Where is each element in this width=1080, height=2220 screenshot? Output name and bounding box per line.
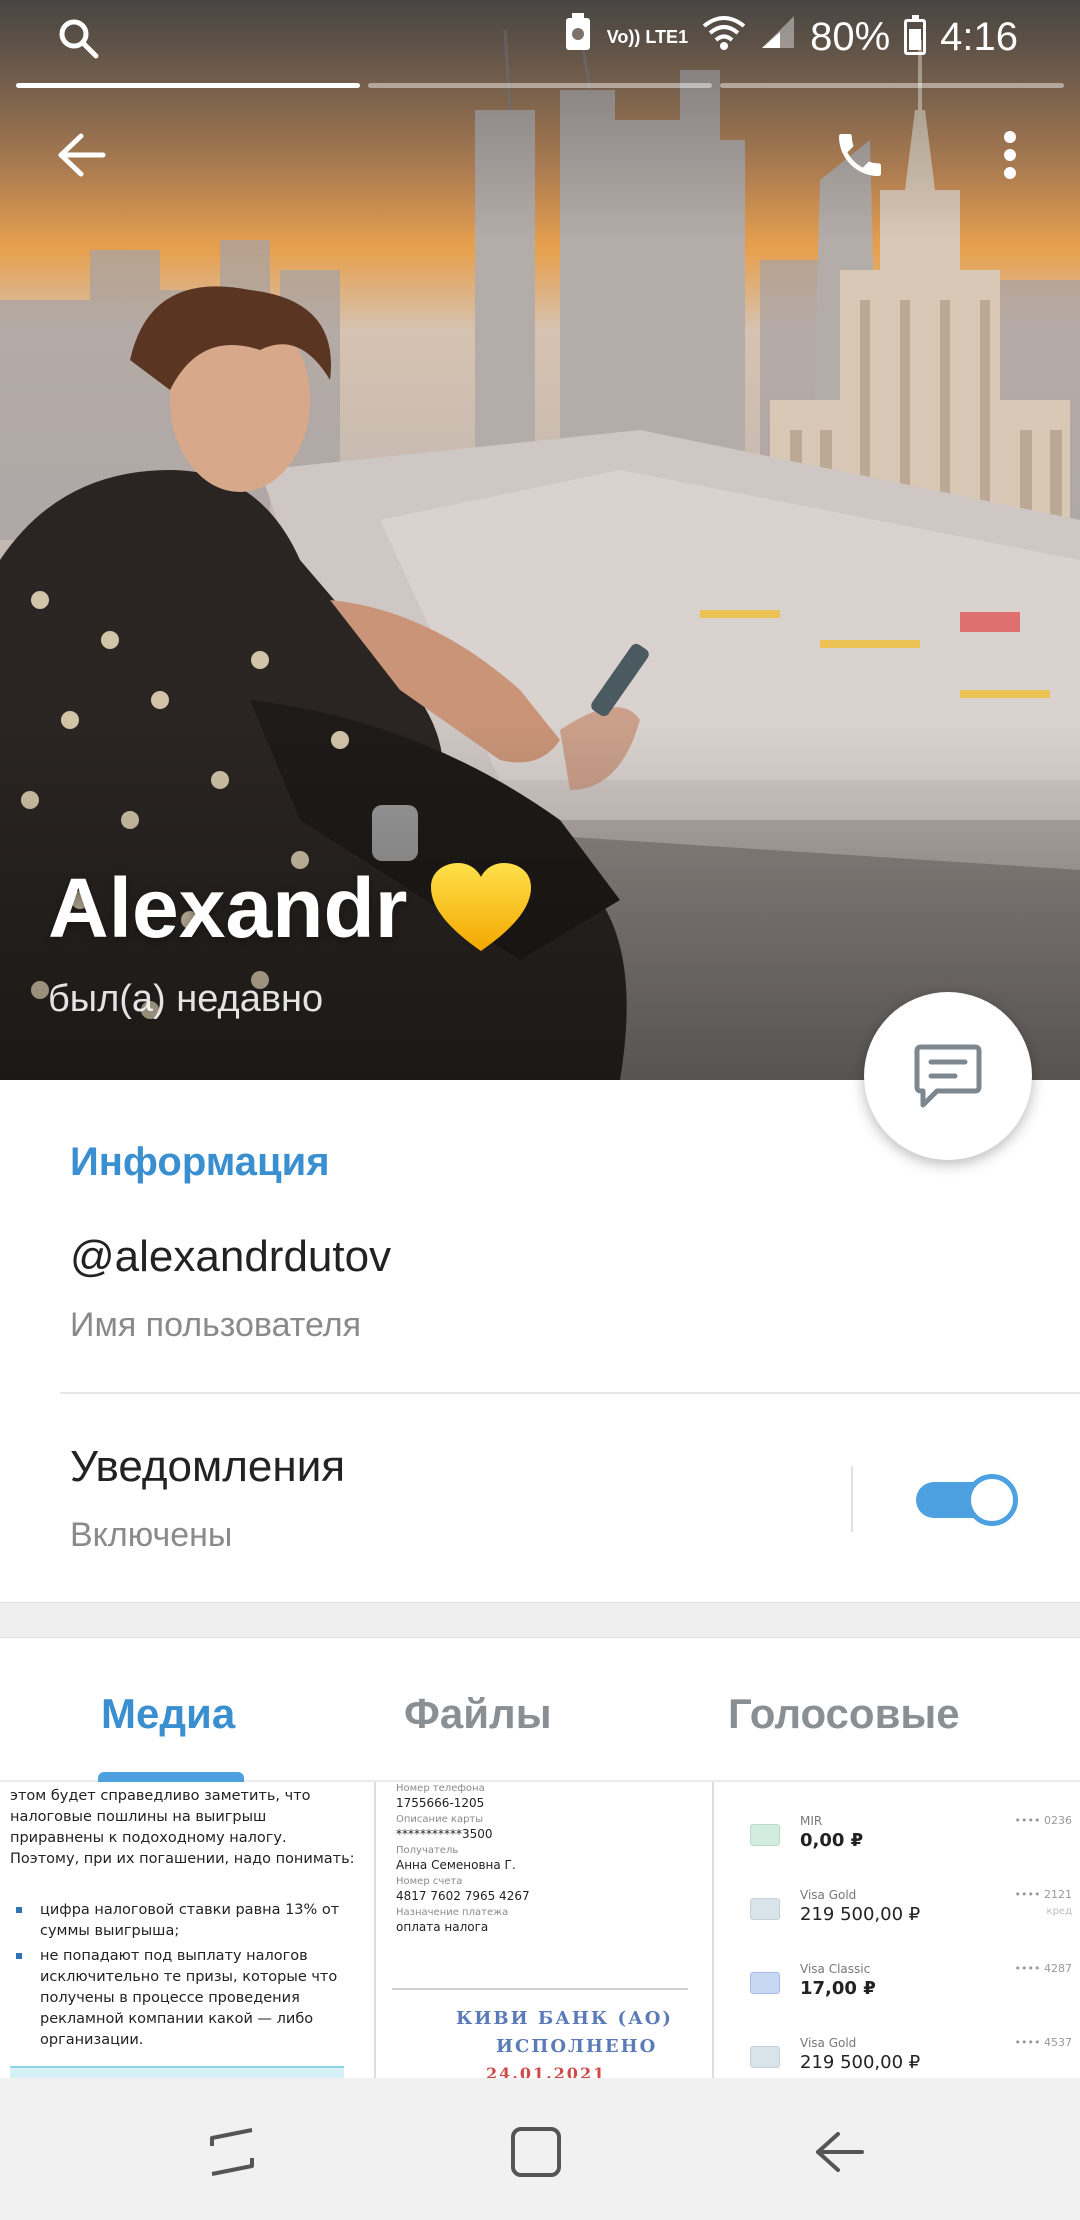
profile-name: Alexandr bbox=[48, 860, 532, 957]
receipt-value: Анна Семеновна Г. bbox=[396, 1858, 516, 1872]
divider bbox=[851, 1466, 853, 1532]
receipt-label: Номер счета bbox=[396, 1876, 463, 1887]
battery-percent: 80% bbox=[810, 14, 891, 59]
card-number: •••• 2121 bbox=[1014, 1888, 1072, 1901]
more-options-button[interactable] bbox=[970, 115, 1050, 195]
notifications-status: Включены bbox=[70, 1516, 233, 1554]
tab-media[interactable]: Медиа bbox=[101, 1690, 235, 1738]
notifications-toggle[interactable] bbox=[916, 1468, 1018, 1528]
card-number: •••• 0236 bbox=[1014, 1814, 1072, 1827]
card-icon bbox=[750, 1898, 780, 1920]
system-back-button[interactable] bbox=[800, 2112, 880, 2192]
data-saver-icon bbox=[563, 12, 593, 62]
progress-segment bbox=[368, 83, 712, 88]
card-row: Visa Classic 17,00 ₽ •••• 4287 bbox=[714, 1948, 1080, 2022]
media-item-bank-cards[interactable]: MIR 0,00 ₽ •••• 0236 Visa Gold 219 500,0… bbox=[712, 1782, 1080, 2078]
card-icon bbox=[750, 1972, 780, 1994]
receipt-value: 1755666-1205 bbox=[396, 1796, 485, 1810]
receipt-stamp: 24.01.2021 bbox=[486, 2064, 607, 2078]
signal-icon bbox=[760, 14, 796, 60]
send-message-button[interactable] bbox=[864, 992, 1032, 1160]
card-type: кред bbox=[1046, 1906, 1072, 1917]
clock: 4:16 bbox=[940, 14, 1018, 59]
system-navigation-bar bbox=[0, 2078, 1080, 2220]
profile-name-text: Alexandr bbox=[48, 861, 408, 955]
receipt-value: ***********3500 bbox=[396, 1827, 493, 1841]
home-button[interactable] bbox=[496, 2112, 576, 2192]
receipt-label: Получатель bbox=[396, 1845, 459, 1856]
progress-segment bbox=[720, 83, 1064, 88]
more-vertical-icon bbox=[1004, 131, 1016, 179]
card-number: •••• 4537 bbox=[1014, 2036, 1072, 2049]
username-label: Имя пользователя bbox=[70, 1306, 361, 1344]
document-bullet: не попадают под выплату налогов исключит… bbox=[10, 1946, 350, 2051]
back-icon bbox=[816, 2132, 864, 2172]
card-balance: 17,00 ₽ bbox=[800, 1978, 876, 1999]
card-icon bbox=[750, 2046, 780, 2068]
card-icon bbox=[750, 1824, 780, 1846]
chat-bubble-icon bbox=[914, 1044, 982, 1108]
back-button[interactable] bbox=[42, 115, 122, 195]
info-section-title: Информация bbox=[70, 1140, 330, 1184]
receipt-value: оплата налога bbox=[396, 1920, 489, 1934]
shared-media-tabs: Медиа Файлы Голосовые bbox=[0, 1638, 1080, 1782]
tab-files[interactable]: Файлы bbox=[404, 1690, 552, 1738]
card-balance: 0,00 ₽ bbox=[800, 1830, 864, 1851]
card-name: Visa Classic bbox=[800, 1962, 871, 1976]
card-balance: 219 500,00 ₽ bbox=[800, 1904, 921, 1925]
yellow-heart-icon bbox=[431, 862, 532, 951]
info-section: Информация @alexandrdutov Имя пользовате… bbox=[0, 1080, 1080, 1602]
volte-indicator: Vo)) LTE1 bbox=[606, 27, 689, 47]
photo-progress bbox=[16, 83, 1064, 88]
username-value[interactable]: @alexandrdutov bbox=[70, 1232, 391, 1282]
receipt-label: Описание карты bbox=[396, 1814, 484, 1825]
media-item-receipt[interactable]: Номер телефона 1755666-1205 Описание кар… bbox=[374, 1782, 706, 2078]
media-item-document[interactable]: этом будет справедливо заметить, что нал… bbox=[0, 1782, 368, 2078]
receipt-stamp: ИСПОЛНЕНО bbox=[496, 2036, 658, 2057]
media-grid: этом будет справедливо заметить, что нал… bbox=[0, 1782, 1080, 2078]
card-row: MIR 0,00 ₽ •••• 0236 bbox=[714, 1800, 1080, 1874]
card-name: Visa Gold bbox=[800, 2036, 857, 2050]
document-paragraph: этом будет справедливо заметить, что нал… bbox=[10, 1788, 355, 1867]
receipt-label: Номер телефона bbox=[396, 1783, 485, 1794]
receipt-stamp: КИВИ БАНК (АО) bbox=[456, 2008, 673, 2029]
recents-icon bbox=[210, 2128, 254, 2176]
call-button[interactable] bbox=[820, 115, 900, 195]
card-balance: 219 500,00 ₽ bbox=[800, 2052, 921, 2073]
last-seen-status: был(а) недавно bbox=[48, 978, 324, 1020]
wifi-icon bbox=[702, 14, 746, 60]
notifications-title[interactable]: Уведомления bbox=[70, 1442, 345, 1492]
divider bbox=[60, 1392, 1080, 1394]
battery-icon bbox=[904, 15, 927, 55]
search-icon[interactable] bbox=[56, 16, 100, 60]
document-bullet: цифра налоговой ставки равна 13% от сумм… bbox=[10, 1900, 350, 1942]
receipt-value: 4817 7602 7965 4267 bbox=[396, 1889, 530, 1903]
card-name: MIR bbox=[800, 1814, 823, 1828]
profile-cover-photo[interactable]: Vo)) LTE1 80% 4:16 Alexandr был(а) недав… bbox=[0, 0, 1080, 1080]
active-tab-indicator bbox=[98, 1772, 244, 1782]
home-icon bbox=[511, 2127, 561, 2177]
section-separator bbox=[0, 1602, 1080, 1638]
status-bar: Vo)) LTE1 80% 4:16 bbox=[0, 0, 1080, 74]
card-row: Visa Gold 219 500,00 ₽ •••• 2121 кред bbox=[714, 1874, 1080, 1948]
tab-voice[interactable]: Голосовые bbox=[728, 1690, 960, 1738]
progress-segment bbox=[16, 83, 360, 88]
card-number: •••• 4287 bbox=[1014, 1962, 1072, 1975]
recents-button[interactable] bbox=[192, 2112, 272, 2192]
card-name: Visa Gold bbox=[800, 1888, 857, 1902]
arrow-left-icon bbox=[58, 133, 106, 177]
receipt-label: Назначение платежа bbox=[396, 1907, 509, 1918]
card-row: Visa Gold 219 500,00 ₽ •••• 4537 bbox=[714, 2022, 1080, 2078]
phone-icon bbox=[839, 134, 881, 176]
